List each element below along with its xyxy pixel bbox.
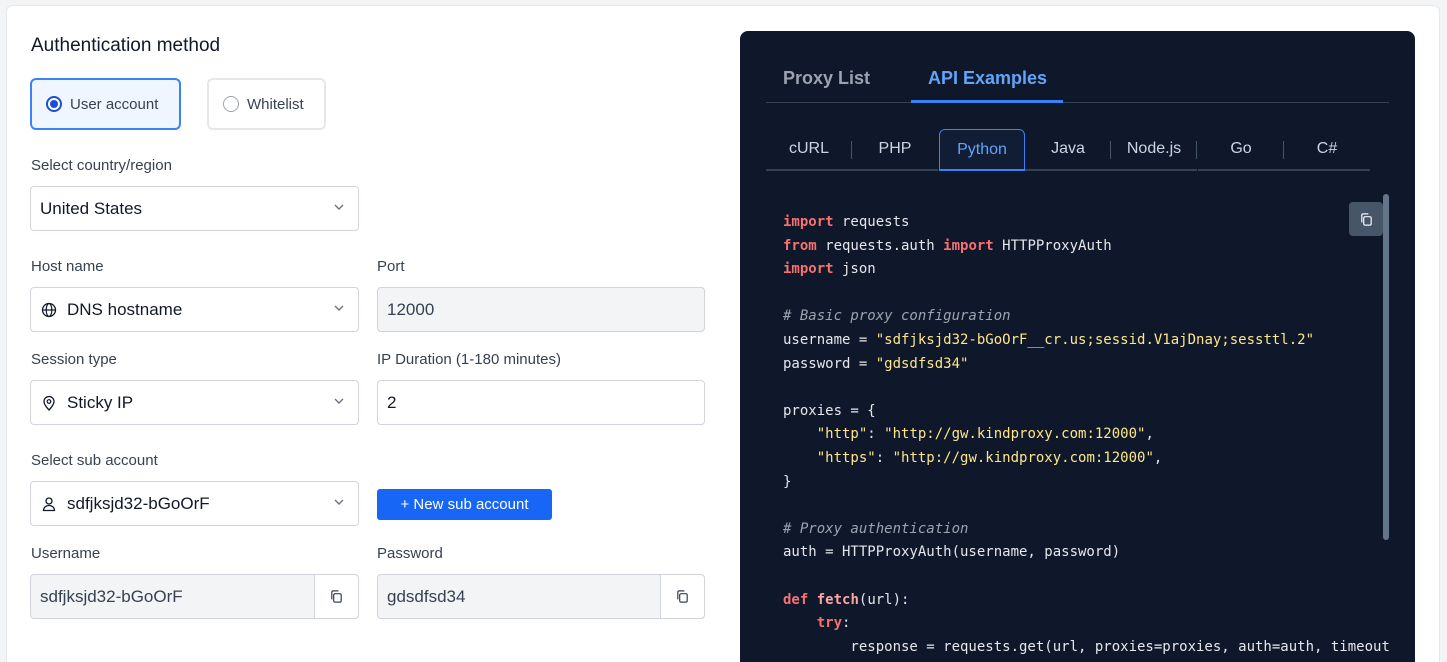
sub-account-label: Select sub account [31, 452, 158, 469]
lang-tab-nodejs[interactable]: Node.js [1111, 129, 1197, 171]
host-label: Host name [31, 258, 104, 275]
lang-tab-label: cURL [788, 140, 829, 157]
panel-tabs: Proxy List API Examples [766, 63, 1389, 103]
new-sub-account-button[interactable]: + New sub account [377, 489, 552, 520]
chevron-down-icon [334, 499, 344, 505]
country-select[interactable]: United States [30, 186, 359, 231]
auth-option-user-account[interactable]: User account [30, 78, 181, 130]
auth-option-label: User account [70, 95, 159, 113]
country-value: United States [40, 198, 143, 218]
lang-tab-python[interactable]: Python [939, 129, 1025, 171]
lang-tab-label: Python [957, 140, 1007, 158]
lang-tab-label: C# [1316, 140, 1338, 157]
copy-password-button[interactable] [660, 575, 704, 618]
password-value: gdsdfsd34 [387, 586, 466, 606]
country-label: Select country/region [31, 157, 172, 174]
lang-tab-go[interactable]: Go [1198, 129, 1284, 171]
location-pin-icon [40, 394, 58, 412]
session-value: Sticky IP [67, 392, 134, 412]
password-field[interactable]: gdsdfsd34 [377, 574, 705, 619]
copy-icon [1360, 212, 1372, 226]
tab-proxy-list[interactable]: Proxy List [783, 68, 870, 89]
copy-code-button[interactable] [1349, 202, 1383, 236]
username-field[interactable]: sdfjksjd32-bGoOrF [30, 574, 359, 619]
code-text: import requests from requests.auth impor… [783, 214, 1389, 655]
duration-field[interactable]: 2 [377, 380, 705, 425]
lang-tab-label: Node.js [1126, 140, 1182, 157]
chevron-down-icon [334, 204, 344, 210]
port-label: Port [377, 258, 405, 275]
globe-icon [40, 301, 58, 319]
lang-tab-label: Go [1230, 140, 1252, 157]
host-select[interactable]: DNS hostname [30, 287, 359, 332]
lang-tab-label: PHP [878, 140, 912, 157]
auth-method-title: Authentication method [31, 35, 221, 56]
lang-tab-php[interactable]: PHP [852, 129, 938, 171]
code-block: import requests from requests.auth impor… [766, 194, 1389, 662]
lang-tab-curl[interactable]: cURL [766, 129, 852, 171]
chevron-down-icon [334, 398, 344, 404]
copy-icon [331, 590, 342, 603]
auth-option-whitelist[interactable]: Whitelist [207, 78, 326, 130]
chevron-down-icon [334, 305, 344, 311]
host-value: DNS hostname [67, 299, 183, 319]
copy-username-button[interactable] [314, 575, 358, 618]
session-label: Session type [31, 351, 117, 368]
radio-selected-icon [46, 96, 62, 112]
port-value: 12000 [387, 299, 435, 319]
sub-account-select[interactable]: sdfjksjd32-bGoOrF [30, 481, 359, 526]
username-label: Username [31, 545, 101, 562]
duration-label: IP Duration (1-180 minutes) [377, 351, 561, 368]
tab-separator [1196, 141, 1197, 159]
duration-value: 2 [387, 392, 397, 412]
password-label: Password [377, 545, 443, 562]
language-tabs: cURL PHP Python Java Node.js Go C# [766, 129, 1372, 172]
port-field[interactable]: 12000 [377, 287, 705, 332]
copy-icon [677, 590, 688, 603]
session-select[interactable]: Sticky IP [30, 380, 359, 425]
lang-tab-label: Java [1051, 140, 1085, 157]
username-value: sdfjksjd32-bGoOrF [40, 586, 183, 606]
lang-tab-java[interactable]: Java [1025, 129, 1111, 171]
lang-tab-csharp[interactable]: C# [1284, 129, 1370, 171]
user-icon [40, 495, 58, 513]
active-tab-indicator [911, 100, 1063, 103]
auth-option-label: Whitelist [247, 95, 304, 113]
radio-empty-icon [223, 96, 239, 112]
api-panel: Proxy List API Examples cURL PHP Python … [740, 31, 1415, 662]
tab-api-examples[interactable]: API Examples [928, 68, 1047, 89]
sub-account-value: sdfjksjd32-bGoOrF [67, 493, 210, 513]
